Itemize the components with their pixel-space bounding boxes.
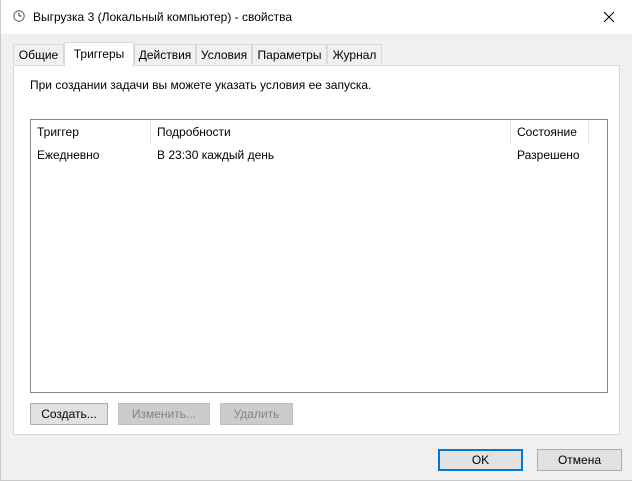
column-header-trigger[interactable]: Триггер [31, 120, 151, 144]
clock-icon [13, 10, 25, 22]
triggers-list[interactable]: Триггер Подробности Состояние Ежедневно … [30, 119, 608, 393]
create-button[interactable]: Создать... [30, 403, 108, 425]
column-header-details[interactable]: Подробности [151, 120, 511, 144]
column-header-state[interactable]: Состояние [511, 120, 589, 144]
state-cell: Разрешено [517, 148, 580, 162]
title-bar[interactable]: Выгрузка 3 (Локальный компьютер) - свойс… [1, 0, 632, 34]
properties-dialog: Выгрузка 3 (Локальный компьютер) - свойс… [0, 0, 632, 481]
tab-triggers[interactable]: Триггеры [64, 42, 134, 67]
window-title: Выгрузка 3 (Локальный компьютер) - свойс… [33, 10, 293, 24]
details-cell: В 23:30 каждый день [157, 148, 275, 162]
cancel-button[interactable]: Отмена [537, 449, 622, 471]
triggers-panel: При создании задачи вы можете указать ус… [13, 65, 620, 435]
tab-conditions[interactable]: Условия [196, 44, 252, 64]
triggers-intro-text: При создании задачи вы можете указать ус… [30, 78, 372, 92]
tab-history[interactable]: Журнал [327, 44, 382, 64]
trigger-cell: Ежедневно [37, 148, 100, 162]
tab-settings[interactable]: Параметры [252, 44, 327, 64]
list-header: Триггер Подробности Состояние [31, 120, 607, 144]
table-row[interactable]: Ежедневно В 23:30 каждый день Разрешено [31, 145, 607, 165]
tab-actions[interactable]: Действия [134, 44, 196, 64]
edit-button[interactable]: Изменить... [118, 403, 210, 425]
close-icon [603, 11, 615, 23]
tab-general[interactable]: Общие [13, 44, 64, 64]
ok-button[interactable]: OK [438, 449, 523, 471]
close-button[interactable] [586, 0, 632, 34]
delete-button[interactable]: Удалить [220, 403, 293, 425]
